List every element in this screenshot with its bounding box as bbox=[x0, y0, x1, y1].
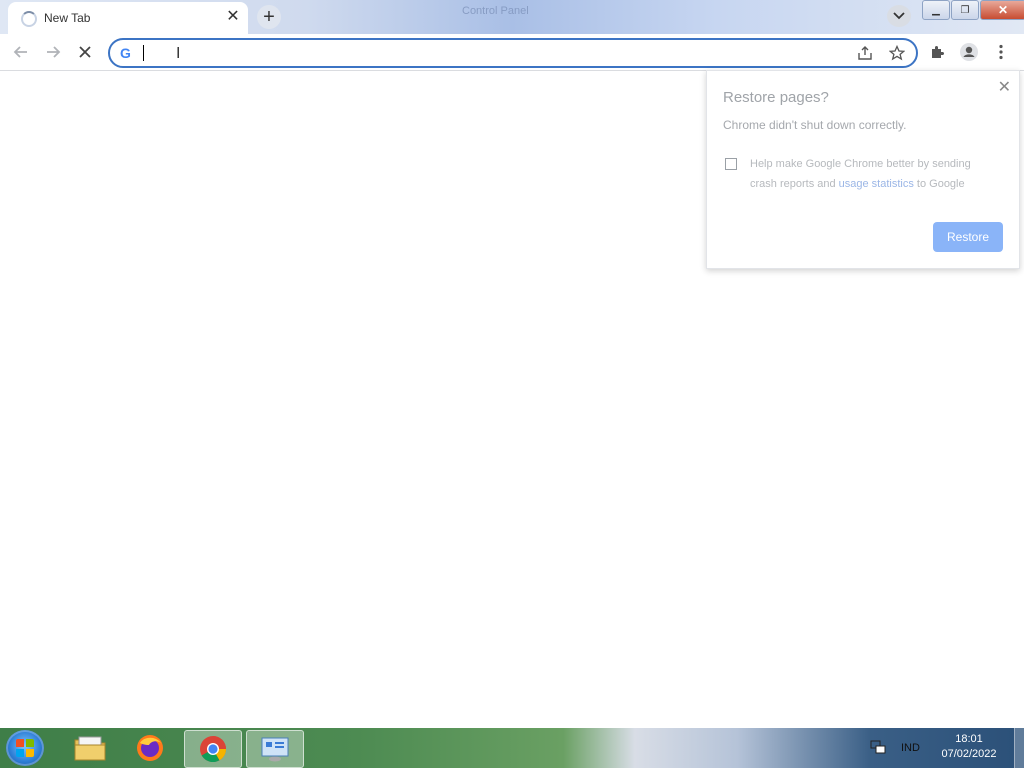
menu-button[interactable] bbox=[990, 41, 1012, 63]
start-button[interactable] bbox=[6, 730, 44, 766]
share-icon bbox=[858, 46, 872, 60]
google-icon: G bbox=[120, 45, 131, 61]
close-icon bbox=[79, 46, 91, 58]
clock-time: 18:01 bbox=[955, 733, 983, 745]
usage-statistics-link[interactable]: usage statistics bbox=[839, 178, 914, 190]
new-tab-button[interactable]: + bbox=[257, 5, 281, 29]
restore-pages-dialog: ✕ Restore pages? Chrome didn't shut down… bbox=[706, 70, 1020, 269]
taskbar-chrome[interactable] bbox=[184, 730, 242, 768]
network-icon[interactable] bbox=[870, 739, 886, 758]
tab-close-icon[interactable]: ✕ bbox=[224, 6, 242, 28]
address-bar[interactable]: G I bbox=[108, 38, 918, 68]
forward-button[interactable] bbox=[42, 41, 64, 63]
profile-button[interactable] bbox=[958, 41, 980, 63]
taskbar-firefox[interactable] bbox=[122, 730, 178, 766]
crash-report-checkbox[interactable] bbox=[725, 158, 737, 170]
address-input[interactable] bbox=[140, 43, 844, 65]
share-button[interactable] bbox=[856, 44, 874, 62]
language-indicator[interactable]: IND bbox=[901, 742, 920, 754]
window-controls: ▁ ❐ ✕ bbox=[922, 0, 1024, 20]
kebab-menu-icon bbox=[999, 44, 1003, 60]
folder-icon bbox=[74, 736, 106, 761]
title-bar: New Tab ✕ + Control Panel ▁ ❐ ✕ bbox=[0, 0, 1024, 34]
bookmark-button[interactable] bbox=[888, 44, 906, 62]
dialog-title: Restore pages? bbox=[723, 89, 829, 106]
back-button[interactable] bbox=[10, 41, 32, 63]
chrome-icon bbox=[200, 736, 227, 763]
crash-report-label: Help make Google Chrome better by sendin… bbox=[750, 154, 1000, 194]
clock-date: 07/02/2022 bbox=[941, 748, 997, 760]
loading-spinner-icon bbox=[21, 11, 37, 27]
arrow-left-icon bbox=[13, 46, 27, 58]
minimize-button[interactable]: ▁ bbox=[922, 0, 950, 20]
firefox-icon bbox=[137, 735, 163, 761]
chevron-down-icon bbox=[893, 12, 905, 20]
taskbar: IND bbox=[0, 728, 1024, 768]
tab-title: New Tab bbox=[44, 11, 91, 25]
help-text-suffix: to Google bbox=[913, 178, 965, 190]
background-window-title: Control Panel bbox=[462, 5, 529, 17]
close-window-button[interactable]: ✕ bbox=[980, 0, 1024, 20]
stop-loading-button[interactable] bbox=[74, 41, 96, 63]
dialog-close-icon[interactable]: ✕ bbox=[998, 77, 1011, 97]
windows-logo-icon bbox=[16, 739, 34, 757]
ibeam-cursor-icon: I bbox=[176, 45, 181, 62]
dialog-message: Chrome didn't shut down correctly. bbox=[723, 118, 907, 132]
text-caret bbox=[143, 45, 144, 61]
browser-toolbar: G I bbox=[0, 34, 1024, 71]
tab-new-tab[interactable]: New Tab ✕ bbox=[8, 2, 248, 34]
account-icon bbox=[960, 43, 978, 61]
control-panel-icon bbox=[261, 737, 289, 762]
system-clock[interactable]: 18:01 07/02/2022 bbox=[936, 732, 1002, 762]
restore-button[interactable]: Restore bbox=[933, 222, 1003, 252]
restore-window-button[interactable]: ❐ bbox=[951, 0, 979, 20]
taskbar-control-panel[interactable] bbox=[246, 730, 304, 768]
star-icon bbox=[889, 45, 905, 61]
tab-search-button[interactable] bbox=[887, 5, 911, 27]
taskbar-file-explorer[interactable] bbox=[62, 730, 118, 766]
arrow-right-icon bbox=[47, 46, 61, 58]
puzzle-icon bbox=[932, 45, 945, 58]
show-desktop-button[interactable] bbox=[1014, 728, 1024, 768]
extensions-button[interactable] bbox=[926, 41, 948, 63]
